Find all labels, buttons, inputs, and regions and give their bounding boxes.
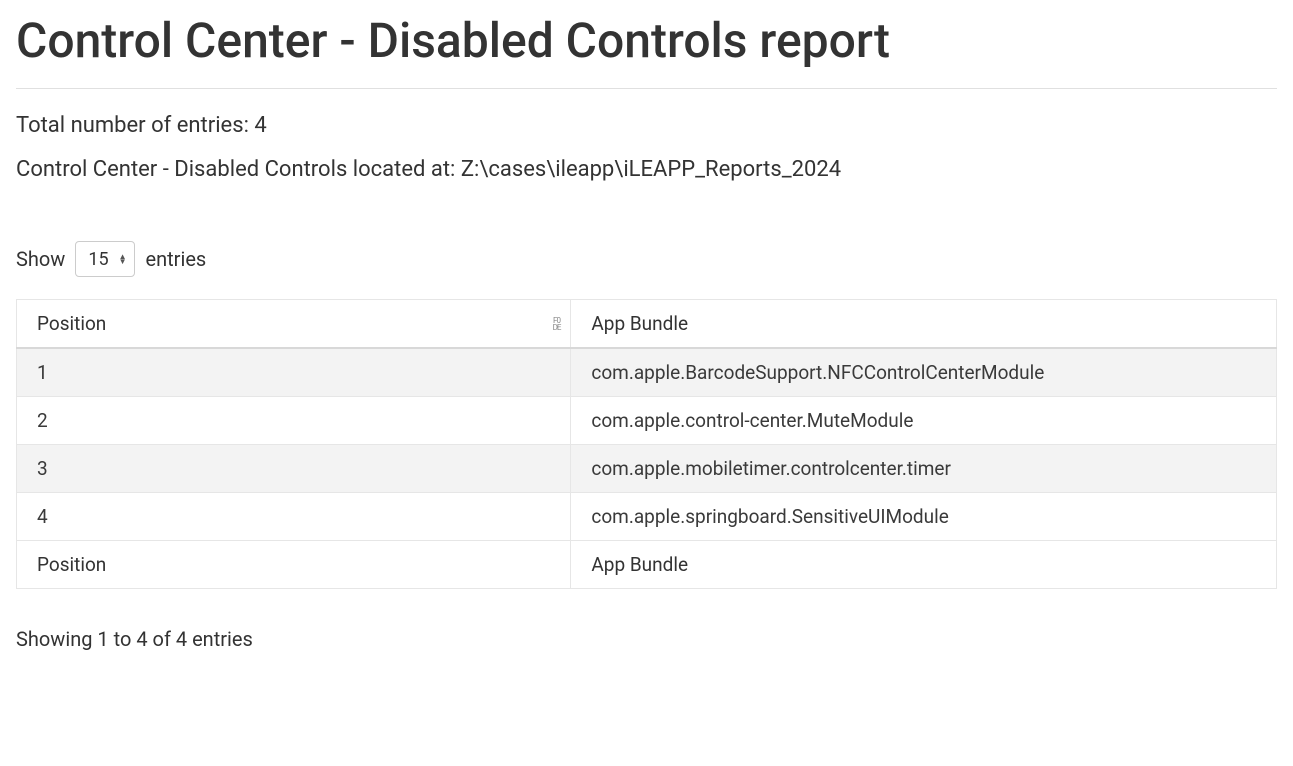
cell-position: 1 [17, 348, 571, 397]
cell-app-bundle: com.apple.BarcodeSupport.NFCControlCente… [571, 348, 1277, 397]
entries-per-page-value: 15 [88, 249, 108, 270]
cell-app-bundle: com.apple.mobiletimer.controlcenter.time… [571, 445, 1277, 493]
page-title: Control Center - Disabled Controls repor… [16, 12, 1277, 70]
cell-position: 3 [17, 445, 571, 493]
column-header-app-bundle-label: App Bundle [591, 312, 688, 335]
cell-app-bundle: com.apple.control-center.MuteModule [571, 397, 1277, 445]
table-footer-row: Position App Bundle [17, 541, 1277, 589]
cell-app-bundle: com.apple.springboard.SensitiveUIModule [571, 493, 1277, 541]
column-header-position[interactable]: Position F0DE [17, 300, 571, 349]
footer-position: Position [17, 541, 571, 589]
show-label: Show [16, 247, 65, 271]
divider [16, 88, 1277, 89]
table-row: 1 com.apple.BarcodeSupport.NFCControlCen… [17, 348, 1277, 397]
data-table: Position F0DE App Bundle 1 com.apple.Bar… [16, 299, 1277, 589]
length-control-row: Show 15 ▲▼ entries [16, 241, 1277, 277]
footer-app-bundle: App Bundle [571, 541, 1277, 589]
table-row: 2 com.apple.control-center.MuteModule [17, 397, 1277, 445]
cell-position: 4 [17, 493, 571, 541]
showing-info: Showing 1 to 4 of 4 entries [16, 627, 1277, 651]
cell-position: 2 [17, 397, 571, 445]
sort-icon: F0DE [553, 317, 561, 331]
entries-label: entries [145, 247, 206, 271]
table-row: 4 com.apple.springboard.SensitiveUIModul… [17, 493, 1277, 541]
total-entries-label: Total number of entries: 4 [16, 111, 1277, 142]
column-header-app-bundle[interactable]: App Bundle [571, 300, 1277, 349]
select-arrows-icon: ▲▼ [119, 254, 127, 264]
column-header-position-label: Position [37, 312, 106, 335]
location-label: Control Center - Disabled Controls locat… [16, 155, 1277, 186]
entries-per-page-select[interactable]: 15 ▲▼ [75, 241, 135, 277]
table-row: 3 com.apple.mobiletimer.controlcenter.ti… [17, 445, 1277, 493]
